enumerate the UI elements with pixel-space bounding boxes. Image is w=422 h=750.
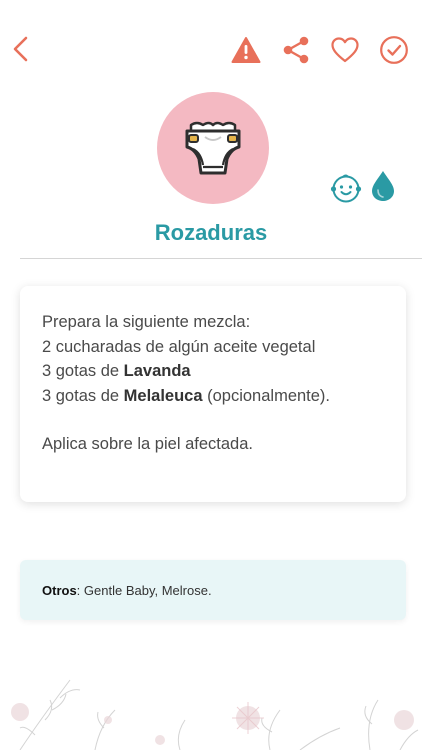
other-products-box: Otros: Gentle Baby, Melrose. [20,560,406,620]
warning-icon [231,37,261,63]
instruction-line: 3 gotas de Lavanda [42,359,384,384]
favorite-button[interactable] [329,34,361,66]
share-icon [283,36,309,64]
category-image [157,92,269,204]
instruction-line: Aplica sobre la piel afectada. [42,435,253,453]
floral-decoration [11,679,419,750]
instruction-text: 3 gotas de [42,362,124,380]
other-label: Otros [42,582,77,598]
instruction-line: Prepara la siguiente mezcla: [42,313,251,331]
divider [20,258,422,259]
share-button[interactable] [280,34,312,66]
diaper-icon [185,121,241,175]
drop-icon [370,170,396,202]
heart-icon [331,37,359,63]
check-circle-icon [380,36,408,64]
back-button[interactable] [6,34,36,64]
done-button[interactable] [378,34,410,66]
other-products: Gentle Baby, Melrose. [83,582,212,598]
baby-face-icon [330,172,362,204]
top-bar [0,0,422,100]
instruction-line: 2 cucharadas de algún aceite vegetal [42,337,316,356]
warning-button[interactable] [230,34,262,66]
oil-name: Melaleuca [123,386,203,405]
instruction-text: (opcionalmente). [202,386,331,405]
instruction-line: 3 gotas de Melaleuca (opcionalmente). [42,384,384,409]
oil-name: Lavanda [123,362,191,380]
page-title: Rozaduras [154,220,268,245]
chevron-left-icon [13,36,28,62]
instructions-card: Prepara la siguiente mezcla: 2 cucharada… [20,286,406,502]
instruction-text: 3 gotas de [42,386,124,405]
other-separator: : [76,582,84,598]
